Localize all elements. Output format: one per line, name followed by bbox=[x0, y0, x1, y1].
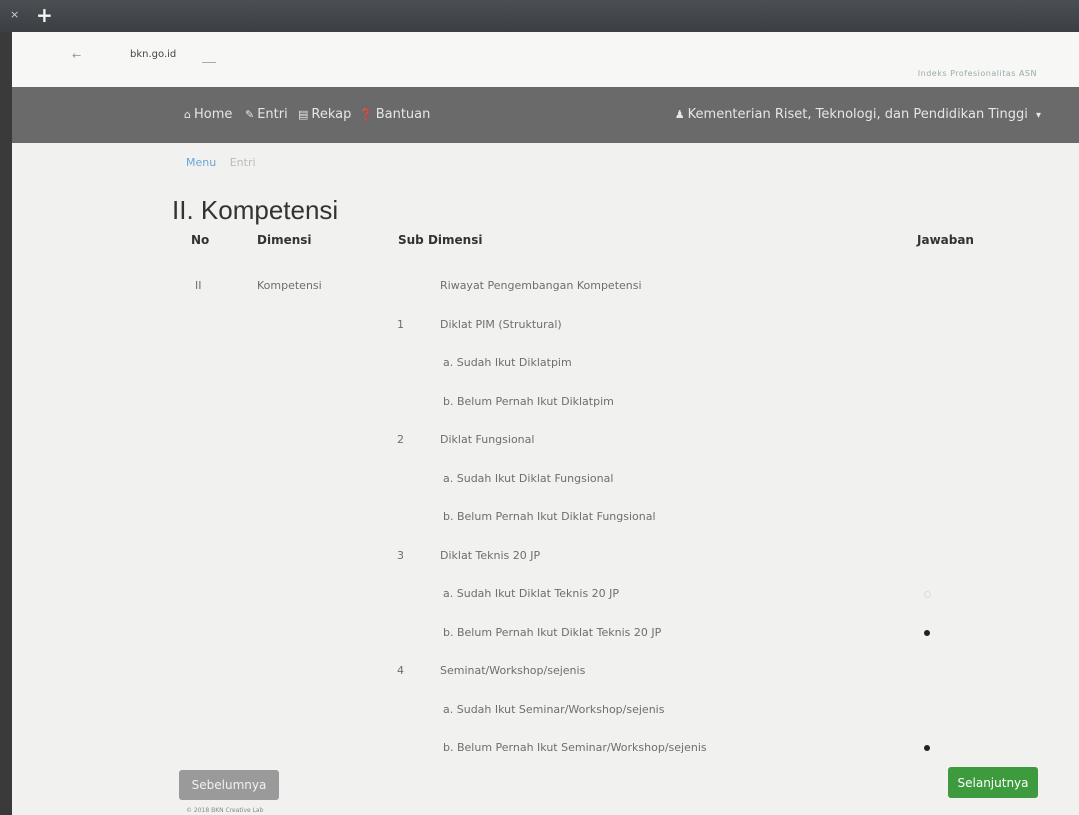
nav-bantuan-label: Bantuan bbox=[375, 107, 431, 122]
footer-copyright: © 2018 BKN Creative Lab bbox=[186, 807, 264, 814]
header-jawaban: Jawaban bbox=[917, 233, 974, 247]
user-menu[interactable]: ♟ Kementerian Riset, Teknologi, dan Pendi… bbox=[675, 107, 1041, 122]
caret-down-icon: ▾ bbox=[1035, 110, 1041, 121]
site-subtitle: Indeks Profesionalitas ASN bbox=[917, 69, 1037, 78]
row-text: a. Sudah Ikut Diklatpim bbox=[443, 356, 572, 369]
row-text: a. Sudah Ikut Seminar/Workshop/sejenis bbox=[443, 703, 665, 716]
answer-radio[interactable] bbox=[924, 745, 930, 751]
close-tab-icon[interactable]: × bbox=[10, 8, 19, 21]
header-dimensi: Dimensi bbox=[257, 233, 312, 247]
row-text: Riwayat Pengembangan Kompetensi bbox=[440, 279, 642, 292]
row-text: b. Belum Pernah Ikut Seminar/Workshop/se… bbox=[443, 741, 707, 754]
question-circle-icon: ❓ bbox=[359, 108, 373, 121]
row-text: b. Belum Pernah Ikut Diklatpim bbox=[443, 395, 614, 408]
row-number: 3 bbox=[397, 549, 404, 562]
nav-entri[interactable]: ✎ Entri bbox=[245, 107, 288, 122]
row-number: 1 bbox=[397, 318, 404, 331]
book-icon: ▤ bbox=[298, 108, 309, 121]
header-sub-dimensi: Sub Dimensi bbox=[398, 233, 483, 247]
answer-radio[interactable] bbox=[924, 591, 931, 598]
window-frame bbox=[0, 0, 12, 815]
nav-rekap[interactable]: ▤ Rekap bbox=[298, 107, 351, 122]
previous-button[interactable]: Sebelumnya bbox=[179, 770, 279, 800]
address-url[interactable]: bkn.go.id bbox=[130, 49, 176, 60]
row-text: b. Belum Pernah Ikut Diklat Fungsional bbox=[443, 510, 656, 523]
next-button[interactable]: Selanjutnya bbox=[948, 767, 1038, 798]
user-menu-label: Kementerian Riset, Teknologi, dan Pendid… bbox=[687, 107, 1028, 122]
row-dimensi: Kompetensi bbox=[257, 279, 322, 292]
breadcrumb: Menu Entri bbox=[186, 156, 256, 169]
row-text: b. Belum Pernah Ikut Diklat Teknis 20 JP bbox=[443, 626, 662, 639]
back-arrow-icon[interactable]: ← bbox=[72, 49, 81, 62]
user-icon: ♟ bbox=[674, 108, 685, 121]
row-text: a. Sudah Ikut Diklat Teknis 20 JP bbox=[443, 587, 620, 600]
pencil-icon: ✎ bbox=[245, 108, 255, 121]
address-bar: ← bkn.go.id Indeks Profesionalitas ASN bbox=[12, 32, 1079, 87]
page-title: II. Kompetensi bbox=[172, 195, 339, 225]
row-text: Diklat Teknis 20 JP bbox=[440, 549, 541, 562]
row-no: II bbox=[195, 279, 202, 292]
breadcrumb-current: Entri bbox=[229, 156, 256, 169]
answer-radio[interactable] bbox=[924, 630, 930, 636]
nav-bantuan[interactable]: ❓ Bantuan bbox=[359, 107, 430, 122]
address-underline bbox=[202, 62, 216, 63]
new-tab-button[interactable]: + bbox=[36, 3, 53, 27]
browser-tab-bar: × + bbox=[0, 0, 1079, 32]
breadcrumb-menu[interactable]: Menu bbox=[186, 156, 216, 169]
row-text: Diklat Fungsional bbox=[440, 433, 535, 446]
home-icon: ⌂ bbox=[184, 108, 191, 121]
top-navbar: ⌂ Home ✎ Entri ▤ Rekap ❓ Bantuan ♟ Kementeria… bbox=[12, 87, 1079, 143]
nav-rekap-label: Rekap bbox=[311, 107, 352, 122]
row-number: 4 bbox=[397, 664, 404, 677]
row-text: Seminat/Workshop/sejenis bbox=[440, 664, 586, 677]
row-text: a. Sudah Ikut Diklat Fungsional bbox=[443, 472, 614, 485]
nav-entri-label: Entri bbox=[257, 107, 288, 122]
nav-home-label: Home bbox=[193, 107, 233, 122]
row-number: 2 bbox=[397, 433, 404, 446]
header-no: No bbox=[191, 233, 210, 247]
row-text: Diklat PIM (Struktural) bbox=[440, 318, 562, 331]
nav-home[interactable]: ⌂ Home bbox=[184, 107, 232, 122]
